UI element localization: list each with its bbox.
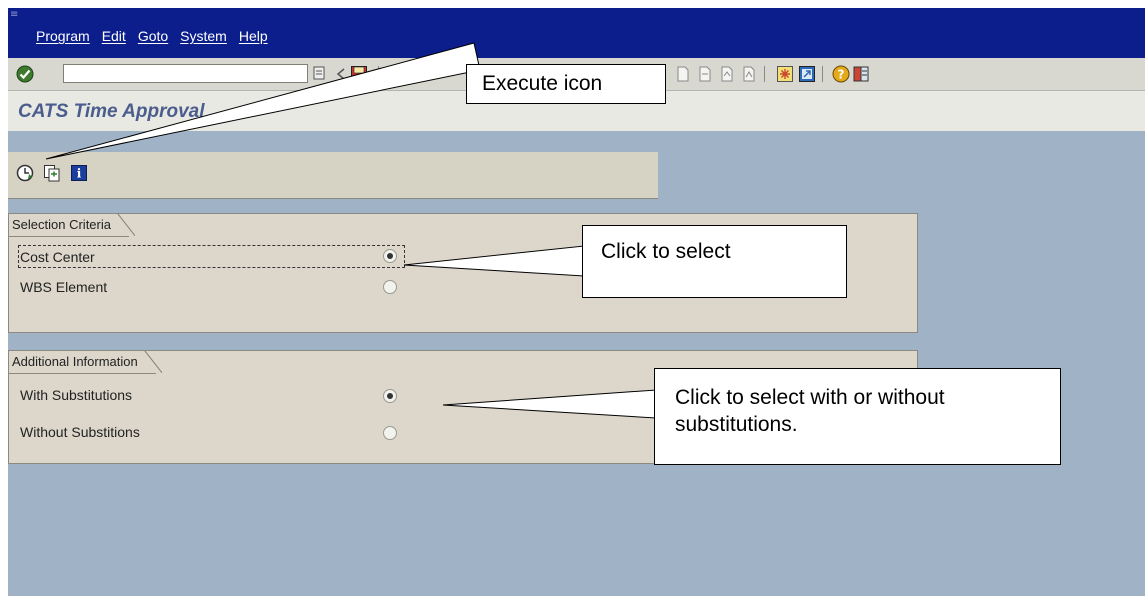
- next-page-icon[interactable]: [716, 63, 738, 85]
- selection-criteria-title: Selection Criteria: [9, 213, 135, 237]
- variant-icon[interactable]: [41, 162, 63, 184]
- additional-information-title: Additional Information: [9, 350, 162, 374]
- shortcut-icon[interactable]: [796, 63, 818, 85]
- command-field[interactable]: [63, 64, 325, 83]
- cost-center-radio[interactable]: [383, 249, 397, 263]
- back-icon[interactable]: [388, 63, 410, 85]
- system-menu-icon[interactable]: ≡: [10, 10, 24, 20]
- substitutions-callout: Click to select with or without substitu…: [654, 368, 1061, 465]
- execute-icon[interactable]: [14, 162, 36, 184]
- find-icon[interactable]: [672, 63, 694, 85]
- wbs-element-radio[interactable]: [383, 280, 397, 294]
- info-icon[interactable]: i: [68, 162, 90, 184]
- exit-icon[interactable]: [408, 63, 430, 85]
- command-dropdown-icon[interactable]: [313, 66, 325, 80]
- menu-bar: ≡ Program Edit Goto System Help: [8, 8, 1145, 58]
- menu-help[interactable]: Help: [239, 28, 268, 44]
- without-substitutions-label: Without Substitions: [20, 424, 140, 440]
- menu-system[interactable]: System: [180, 28, 227, 44]
- menu-program[interactable]: Program: [36, 28, 90, 44]
- layout-menu-icon[interactable]: [850, 63, 872, 85]
- with-substitutions-radio[interactable]: [383, 389, 397, 403]
- menu: Program Edit Goto System Help: [36, 28, 268, 44]
- application-toolbar: i: [8, 152, 658, 199]
- select-callout: Click to select: [582, 225, 847, 298]
- svg-text:i: i: [77, 167, 82, 181]
- svg-text:?: ?: [838, 68, 845, 82]
- menu-edit[interactable]: Edit: [102, 28, 126, 44]
- previous-page-icon[interactable]: [694, 63, 716, 85]
- save-icon[interactable]: [348, 63, 370, 85]
- without-substitutions-radio[interactable]: [383, 426, 397, 440]
- create-session-icon[interactable]: [774, 63, 796, 85]
- help-icon[interactable]: ?: [830, 63, 852, 85]
- page-title: CATS Time Approval: [18, 101, 205, 122]
- enter-check-icon[interactable]: [14, 63, 36, 85]
- menu-goto[interactable]: Goto: [138, 28, 168, 44]
- with-substitutions-label: With Substitutions: [20, 387, 133, 403]
- execute-icon-callout: Execute icon: [466, 64, 666, 104]
- wbs-element-label: WBS Element: [20, 279, 108, 295]
- cost-center-label: Cost Center: [20, 249, 95, 265]
- last-page-icon[interactable]: [738, 63, 760, 85]
